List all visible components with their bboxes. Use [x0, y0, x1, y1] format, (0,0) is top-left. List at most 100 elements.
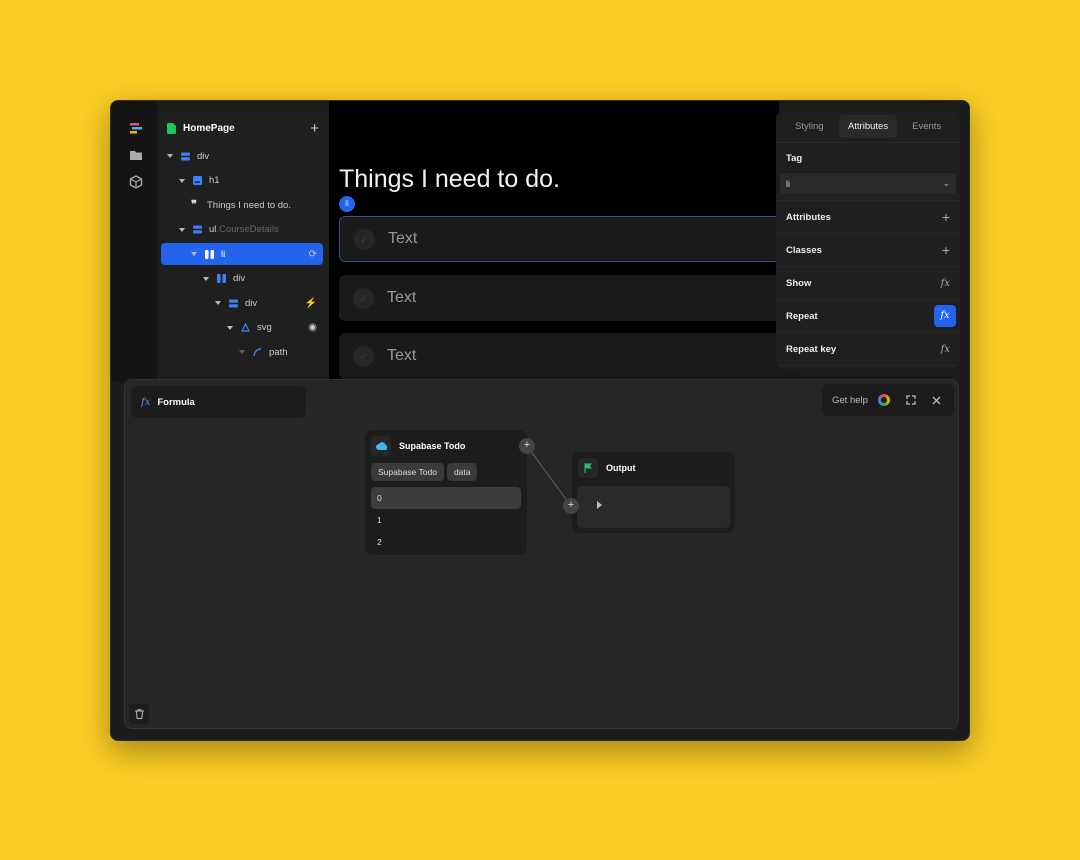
tree-node-li[interactable]: li ⟳: [161, 243, 323, 265]
tree-node-path[interactable]: path: [161, 341, 323, 363]
caret-down-icon[interactable]: [203, 276, 209, 281]
connector-line: [526, 445, 572, 507]
todo-text: Text: [388, 230, 418, 247]
stack-icon: [229, 299, 245, 308]
prop-row-repeat: Repeat fx: [776, 300, 960, 333]
output-node-title: Output: [606, 463, 636, 473]
add-page-button[interactable]: +: [310, 120, 319, 137]
check-icon[interactable]: ✓: [354, 228, 375, 250]
node-label: div: [245, 297, 258, 309]
todo-text: Text: [387, 347, 417, 364]
caret-down-icon[interactable]: [191, 252, 197, 256]
list-item[interactable]: 2: [371, 531, 521, 553]
node-label: h1: [209, 175, 220, 186]
caret-down-icon[interactable]: [227, 325, 233, 330]
check-icon[interactable]: ✓: [353, 287, 374, 309]
output-port-plus[interactable]: +: [519, 438, 535, 454]
path-icon: [253, 347, 269, 357]
todo-row[interactable]: ✓ Text: [339, 216, 799, 262]
eye-icon[interactable]: ◉: [308, 322, 317, 333]
cloud-icon: [371, 436, 391, 456]
todo-row[interactable]: ✓ Text: [339, 333, 799, 379]
output-node[interactable]: Output: [572, 452, 735, 533]
tree-header: HomePage +: [157, 111, 329, 145]
node-label: li: [221, 248, 226, 260]
node-label: Things I need to do.: [207, 199, 291, 211]
element-tree-panel: HomePage + div h1 ❞ Things I need to do. ul.…: [157, 111, 329, 381]
input-port-plus[interactable]: +: [563, 498, 579, 514]
fx-icon[interactable]: fx: [934, 305, 956, 327]
tree-node-div[interactable]: div: [161, 268, 323, 290]
prop-row-classes: Classes +: [776, 234, 960, 267]
icon-rail: [111, 101, 157, 381]
quote-icon: ❞: [191, 198, 197, 211]
prop-row-show: Show fx: [776, 267, 960, 300]
bolt-icon[interactable]: ⚡: [305, 298, 317, 309]
logo-icon[interactable]: [129, 121, 143, 135]
page-icon: [167, 122, 176, 134]
prop-row-repeat-key: Repeat key fx: [776, 333, 960, 366]
columns-icon: [205, 249, 221, 259]
canvas-preview[interactable]: Things I need to do. li ✓ Text ✓ Text ✓ Tex…: [329, 101, 799, 381]
repeat-icon[interactable]: ⟳: [309, 249, 317, 260]
chevron-down-icon: ⌄: [942, 178, 950, 188]
properties-panel: Styling Attributes Events Tag li ⌄ Attrib…: [776, 111, 960, 369]
selected-element-badge: li: [339, 196, 355, 212]
source-node-title: Supabase Todo: [399, 441, 466, 451]
list-item[interactable]: 0: [371, 487, 521, 509]
fx-icon[interactable]: fx: [941, 278, 950, 289]
node-label: div: [233, 273, 246, 284]
caret-down-icon[interactable]: [179, 227, 185, 232]
tree-node-div[interactable]: div ⚡: [161, 292, 323, 314]
prop-label: Repeat: [786, 310, 818, 322]
prop-row-attributes: Attributes +: [776, 201, 960, 234]
stack-icon: [181, 152, 197, 161]
output-value-box[interactable]: [577, 486, 730, 528]
tree-node-div[interactable]: div: [161, 145, 323, 167]
add-icon[interactable]: +: [942, 209, 950, 225]
list-item[interactable]: 1: [371, 509, 521, 531]
vector-icon: [241, 323, 257, 332]
package-icon[interactable]: [129, 175, 143, 189]
tag-select[interactable]: li ⌄: [780, 173, 956, 194]
node-label: svg: [257, 322, 272, 333]
tree-node-h1[interactable]: h1: [161, 170, 323, 192]
tree-node-ul[interactable]: ul .CourseDetails: [161, 219, 323, 241]
tab-events[interactable]: Events: [897, 115, 956, 138]
property-tabs: Styling Attributes Events: [776, 111, 960, 143]
expand-arrow-icon[interactable]: [597, 501, 602, 509]
tab-attributes[interactable]: Attributes: [838, 115, 898, 138]
caret-down-icon[interactable]: [167, 154, 173, 158]
prop-label: Show: [786, 277, 812, 289]
caret-down-icon[interactable]: [239, 350, 245, 354]
todo-row[interactable]: ✓ Text: [339, 275, 799, 321]
stack-icon: [193, 225, 209, 234]
source-node[interactable]: Supabase Todo Supabase Todo data 0 1 2: [365, 430, 527, 555]
tab-styling[interactable]: Styling: [780, 115, 839, 138]
trash-icon: [134, 709, 144, 719]
tree-node-svg[interactable]: svg ◉: [161, 317, 323, 339]
caret-down-icon[interactable]: [179, 178, 185, 183]
heading-icon: [193, 176, 209, 185]
node-class: .CourseDetails: [216, 224, 279, 235]
node-label: ul: [209, 224, 217, 235]
prop-label: Attributes: [786, 211, 831, 223]
formula-editor: fx Formula Get help Supabase Todo Supabas…: [124, 379, 959, 729]
node-label: path: [269, 346, 288, 358]
page-name: HomePage: [183, 122, 235, 134]
flag-icon: [578, 458, 598, 478]
fx-icon[interactable]: fx: [941, 344, 950, 355]
prop-label: Classes: [786, 244, 822, 256]
canvas-heading[interactable]: Things I need to do.: [339, 165, 560, 194]
path-chip[interactable]: data: [446, 463, 478, 481]
folder-icon[interactable]: [129, 148, 143, 162]
todo-text: Text: [387, 289, 417, 306]
caret-down-icon[interactable]: [215, 301, 221, 305]
prop-label: Repeat key: [786, 343, 837, 355]
check-icon[interactable]: ✓: [353, 345, 374, 367]
path-chip[interactable]: Supabase Todo: [371, 463, 444, 481]
add-icon[interactable]: +: [942, 242, 950, 258]
tree-node-things-i-need-to-do-[interactable]: ❞ Things I need to do.: [161, 194, 323, 216]
app-window: HomePage + div h1 ❞ Things I need to do. ul.…: [110, 100, 970, 741]
trash-button[interactable]: [129, 704, 149, 724]
